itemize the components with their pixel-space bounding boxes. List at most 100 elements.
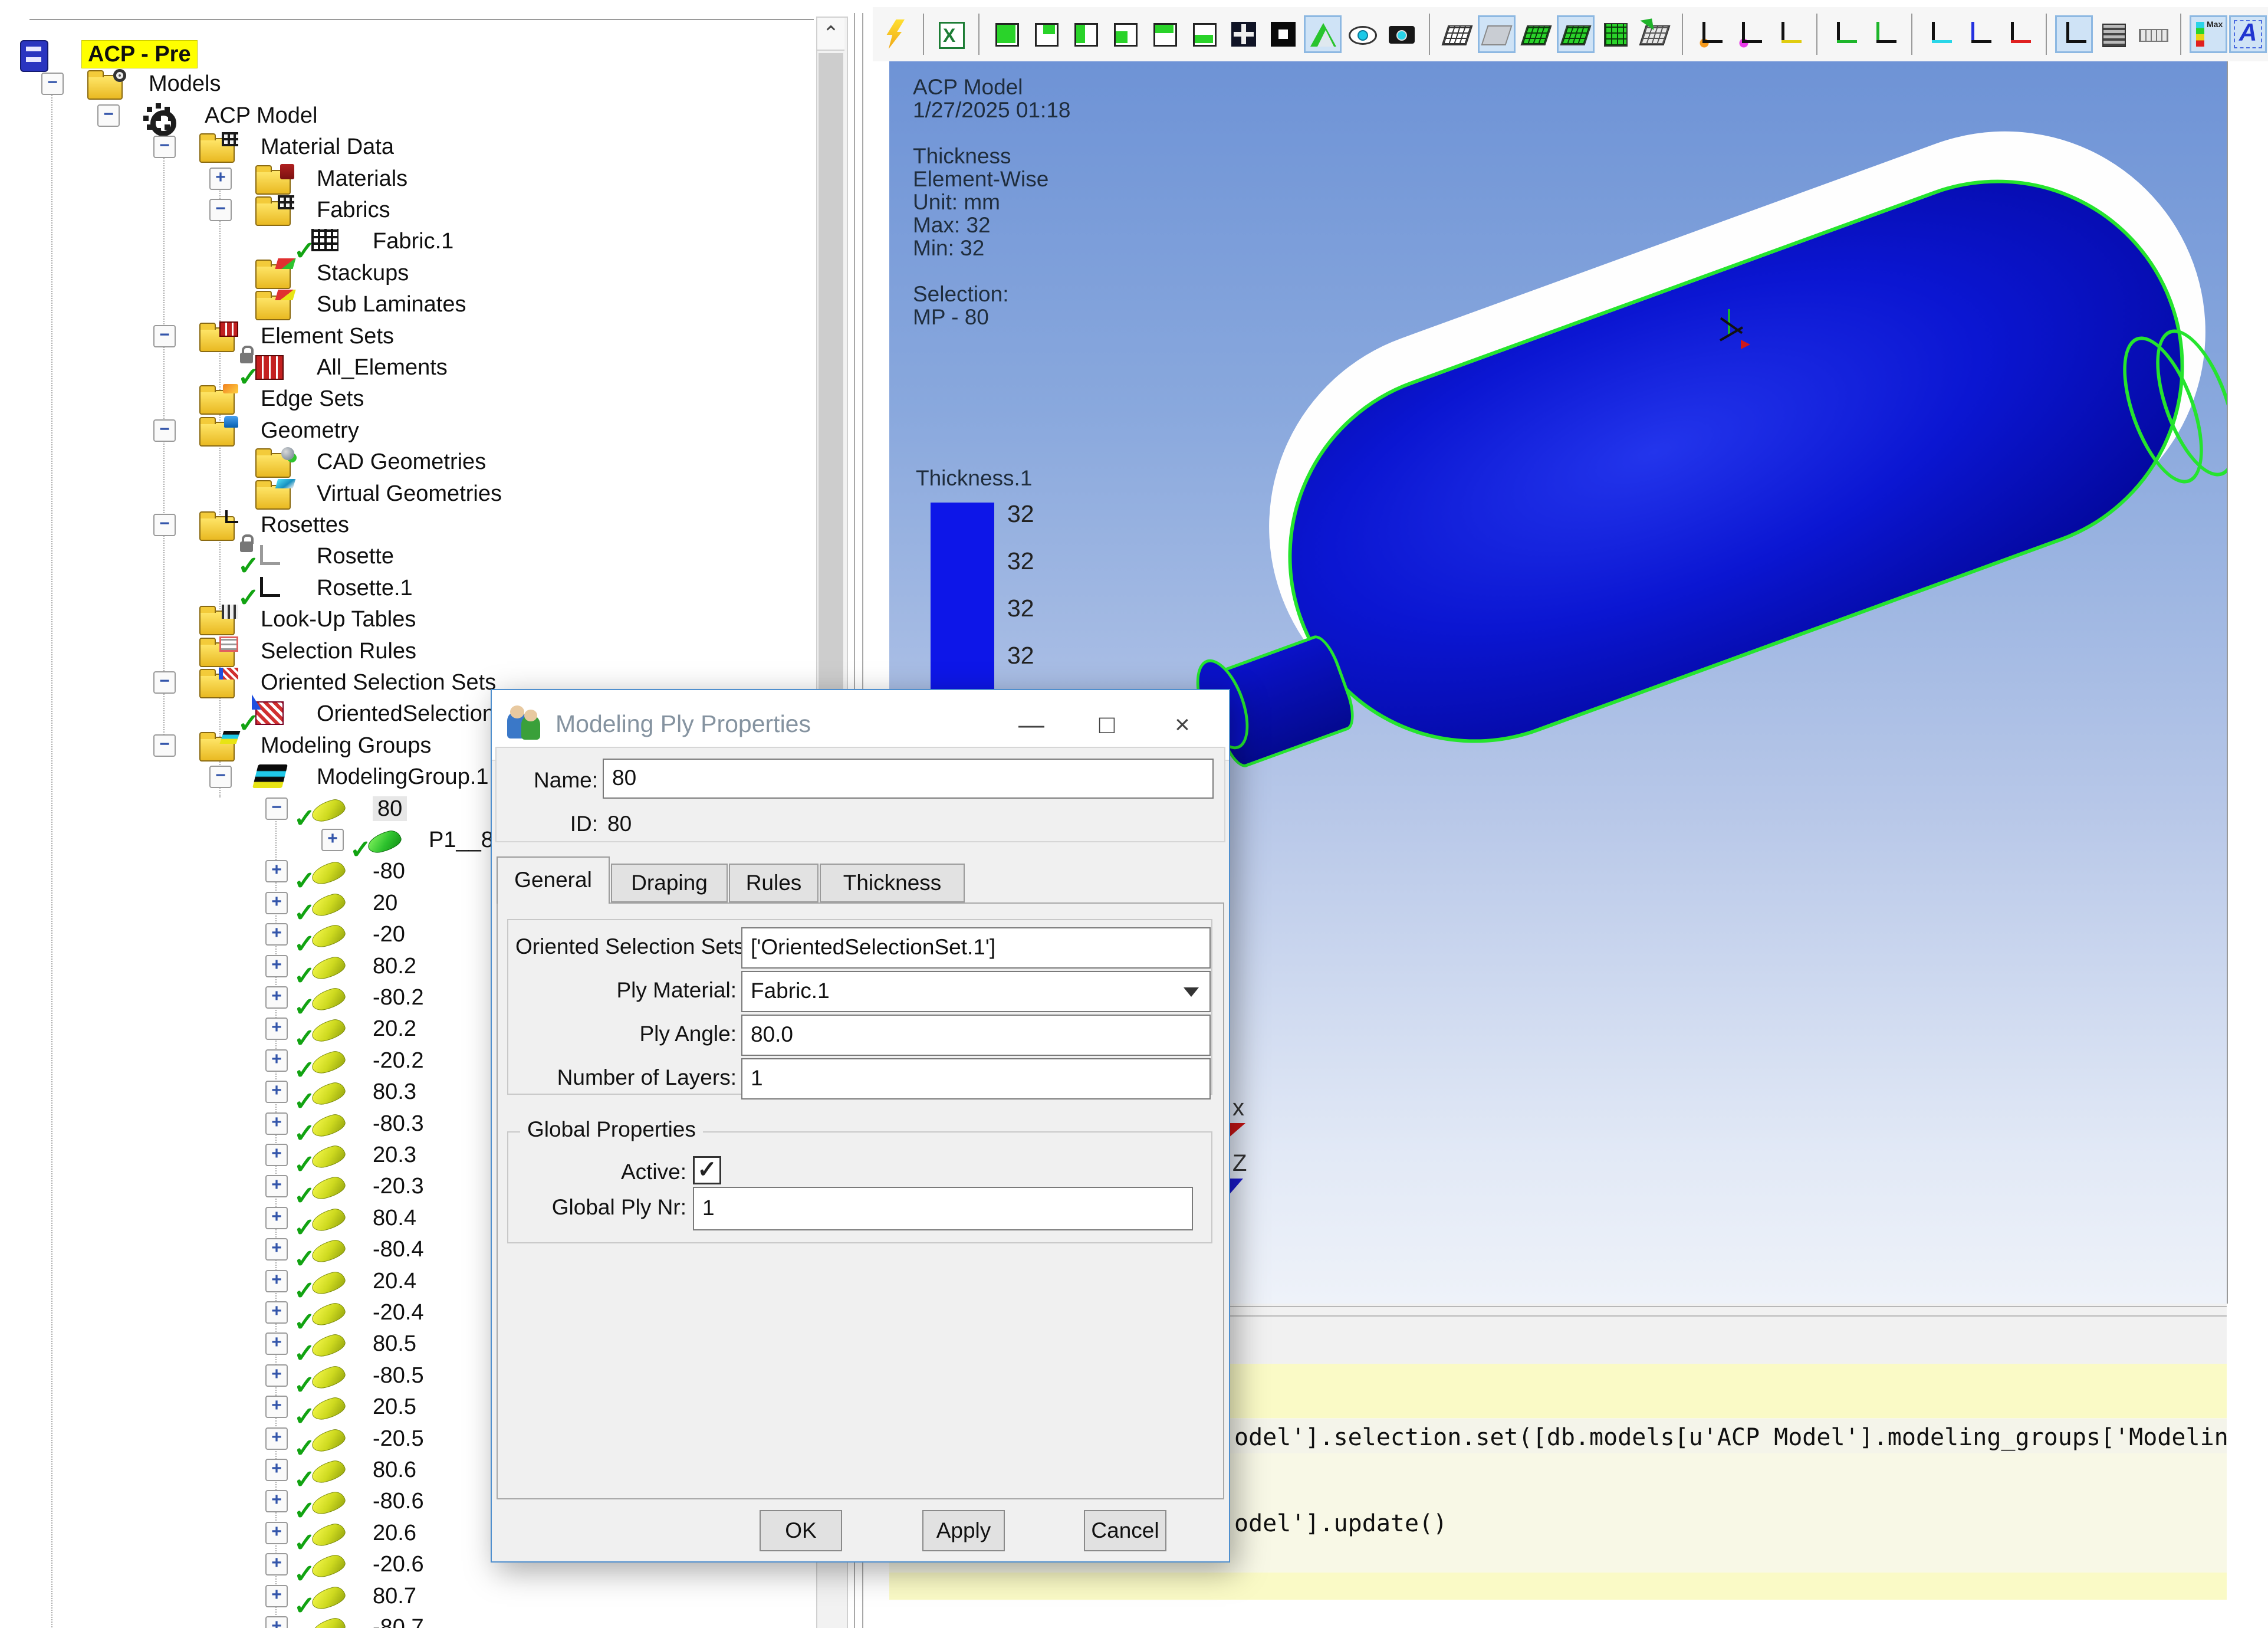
- tree-expander-icon[interactable]: +: [265, 1018, 288, 1040]
- tree-item[interactable]: Edge Sets: [0, 383, 849, 414]
- tree-item[interactable]: − Geometry: [0, 415, 849, 446]
- tree-expander-icon[interactable]: −: [153, 671, 176, 694]
- tab-rules[interactable]: Rules: [729, 864, 819, 902]
- view-front-icon[interactable]: [990, 17, 1024, 51]
- tree-expander-icon[interactable]: −: [153, 514, 176, 536]
- active-checkbox[interactable]: ✓: [693, 1156, 721, 1184]
- tree-expander-icon[interactable]: +: [265, 1301, 288, 1324]
- tree-expander-icon[interactable]: +: [209, 168, 232, 190]
- tree-expander-icon[interactable]: +: [265, 1585, 288, 1607]
- tree-item[interactable]: − Material Data: [0, 131, 849, 162]
- tree-expander-icon[interactable]: +: [265, 1459, 288, 1481]
- tree-item[interactable]: ACP - Pre: [0, 37, 849, 68]
- tree-expander-icon[interactable]: +: [265, 892, 288, 914]
- tree-expander-icon[interactable]: +: [265, 1144, 288, 1166]
- update-lightning-icon[interactable]: [879, 17, 913, 51]
- view-back-icon[interactable]: [1029, 17, 1063, 51]
- tab-general[interactable]: General: [497, 856, 610, 904]
- tree-expander-icon[interactable]: −: [209, 766, 232, 788]
- shaded-mesh-edges-icon[interactable]: [1559, 17, 1593, 51]
- tree-expander-icon[interactable]: +: [321, 829, 344, 851]
- tree-expander-icon[interactable]: +: [265, 1270, 288, 1292]
- fit-view-icon[interactable]: [1227, 17, 1261, 51]
- draped-fiber-cyan-icon[interactable]: [1922, 17, 1957, 51]
- tree-expander-icon[interactable]: +: [265, 1616, 288, 1628]
- tree-expander-icon[interactable]: +: [265, 1427, 288, 1450]
- rosette-dot-orange-icon[interactable]: [1693, 17, 1727, 51]
- apply-button[interactable]: Apply: [922, 1510, 1005, 1551]
- tree-item[interactable]: CAD Geometries: [0, 446, 849, 477]
- tree-expander-icon[interactable]: +: [265, 1332, 288, 1355]
- tree-expander-icon[interactable]: −: [153, 325, 176, 347]
- tree-expander-icon[interactable]: +: [265, 1396, 288, 1418]
- ply-stack-icon[interactable]: [2096, 17, 2131, 51]
- tree-expander-icon[interactable]: +: [265, 986, 288, 1009]
- tree-item[interactable]: + ✓ -80.7: [0, 1611, 849, 1628]
- tree-item[interactable]: − ACP Model: [0, 100, 849, 131]
- tree-expander-icon[interactable]: −: [153, 419, 176, 442]
- ok-button[interactable]: OK: [760, 1510, 842, 1551]
- tree-item[interactable]: − Models: [0, 68, 849, 99]
- minimize-icon[interactable]: —: [1011, 707, 1052, 743]
- tree-expander-icon[interactable]: +: [265, 1522, 288, 1544]
- transverse-direction-green-icon[interactable]: [1867, 17, 1901, 51]
- tree-item[interactable]: Look-Up Tables: [0, 603, 849, 635]
- tree-expander-icon[interactable]: −: [153, 734, 176, 757]
- coordinate-system-icon[interactable]: [2057, 17, 2091, 51]
- measure-ruler-icon[interactable]: [2136, 17, 2170, 51]
- tab-draping[interactable]: Draping: [611, 864, 728, 902]
- tree-item[interactable]: ✓ Fabric.1: [0, 225, 849, 257]
- tree-expander-icon[interactable]: −: [265, 797, 288, 820]
- orientation-red-icon[interactable]: [2001, 17, 2036, 51]
- maximize-icon[interactable]: □: [1086, 707, 1128, 743]
- tree-item[interactable]: Selection Rules: [0, 635, 849, 667]
- field-input[interactable]: ['OrientedSelectionSet.1']: [741, 927, 1211, 969]
- tree-item[interactable]: − Rosettes: [0, 509, 849, 540]
- tree-expander-icon[interactable]: +: [265, 860, 288, 882]
- rosette-dot-magenta-icon[interactable]: [1733, 17, 1767, 51]
- tree-expander-icon[interactable]: −: [41, 73, 64, 95]
- tree-item[interactable]: + ✓ 80.7: [0, 1580, 849, 1611]
- screenshot-camera-icon[interactable]: [1385, 17, 1419, 51]
- view-left-icon[interactable]: [1069, 17, 1103, 51]
- section-prism-icon[interactable]: [1306, 17, 1340, 51]
- cancel-button[interactable]: Cancel: [1084, 1510, 1166, 1551]
- tree-expander-icon[interactable]: +: [265, 1238, 288, 1261]
- tree-expander-icon[interactable]: +: [265, 1112, 288, 1135]
- wireframe-icon[interactable]: [1440, 17, 1474, 51]
- tree-expander-icon[interactable]: +: [265, 1364, 288, 1387]
- tree-item[interactable]: Virtual Geometries: [0, 478, 849, 509]
- ply-material-combobox[interactable]: Fabric.1: [741, 971, 1211, 1012]
- legend-icon[interactable]: [2191, 17, 2226, 51]
- tree-expander-icon[interactable]: +: [265, 1207, 288, 1229]
- view-isometric-icon[interactable]: [1108, 17, 1142, 51]
- view-bottom-icon[interactable]: [1187, 17, 1221, 51]
- tab-thickness[interactable]: Thickness: [820, 864, 965, 902]
- field-input[interactable]: 80.0: [741, 1015, 1211, 1056]
- tree-expander-icon[interactable]: −: [209, 199, 232, 221]
- scrollbar-up-arrow-icon[interactable]: ⌃: [817, 18, 844, 51]
- rosette-yellow-axis-icon[interactable]: [1772, 17, 1806, 51]
- tree-item[interactable]: ✓ Rosette.1: [0, 572, 849, 603]
- tree-expander-icon[interactable]: −: [97, 104, 120, 127]
- tree-item[interactable]: Sub Laminates: [0, 288, 849, 320]
- global-ply-nr-input[interactable]: 1: [693, 1187, 1193, 1230]
- tree-expander-icon[interactable]: +: [265, 1490, 288, 1512]
- tree-expander-icon[interactable]: +: [265, 1049, 288, 1072]
- name-input[interactable]: 80: [603, 759, 1214, 799]
- tree-expander-icon[interactable]: +: [265, 1553, 288, 1576]
- zoom-box-icon[interactable]: [1266, 17, 1300, 51]
- solid-mesh-icon[interactable]: [1598, 17, 1632, 51]
- fiber-direction-green-icon[interactable]: [1827, 17, 1862, 51]
- export-table-icon[interactable]: [934, 17, 968, 51]
- chevron-down-icon[interactable]: [1184, 987, 1199, 997]
- shaded-surface-icon[interactable]: [1480, 17, 1514, 51]
- shaded-mesh-icon[interactable]: [1519, 17, 1553, 51]
- tree-item[interactable]: Stackups: [0, 257, 849, 288]
- tree-item[interactable]: + Materials: [0, 163, 849, 194]
- visibility-eye-icon[interactable]: [1345, 17, 1379, 51]
- annotation-icon[interactable]: [2231, 17, 2265, 51]
- close-icon[interactable]: ×: [1162, 707, 1203, 743]
- mesh-orientation-icon[interactable]: [1638, 17, 1672, 51]
- tree-item[interactable]: − Element Sets: [0, 320, 849, 352]
